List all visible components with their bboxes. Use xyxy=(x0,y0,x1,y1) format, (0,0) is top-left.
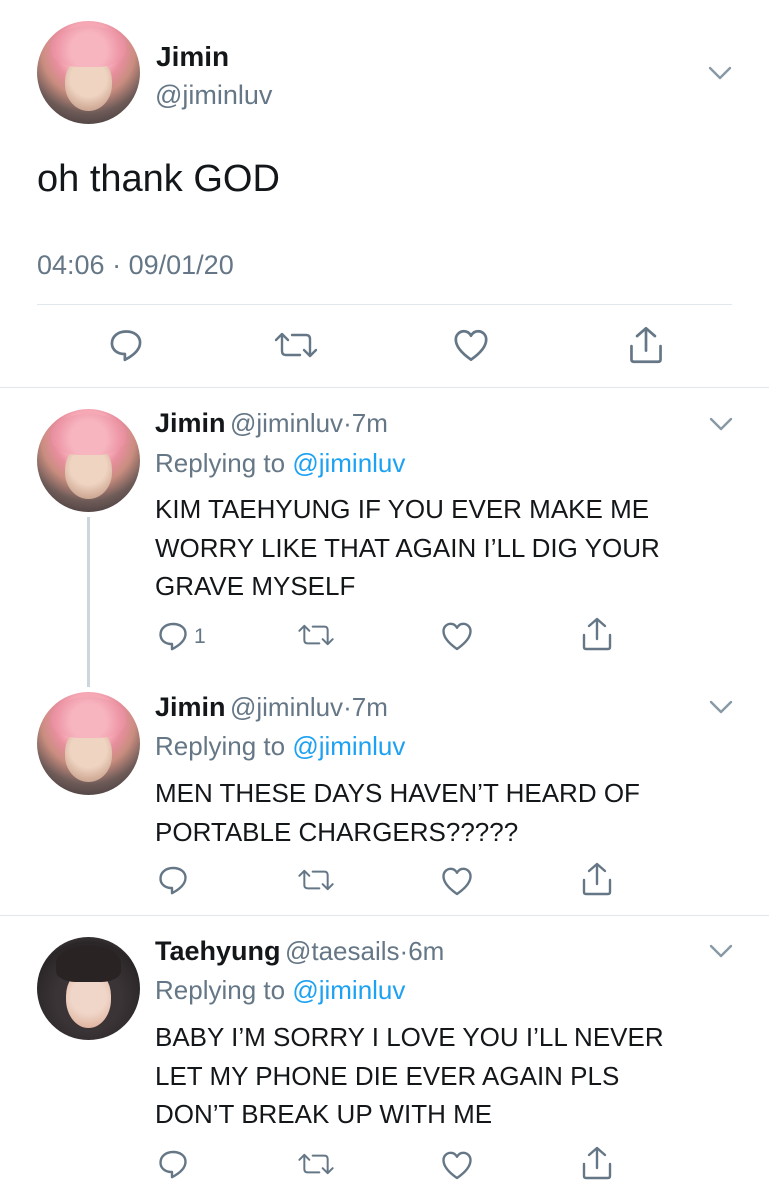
like-button[interactable] xyxy=(441,1150,473,1180)
like-button[interactable] xyxy=(441,866,473,896)
avatar[interactable] xyxy=(37,692,140,795)
tweet-text-line: KIM TAEHYUNG IF YOU EVER MAKE ME xyxy=(155,494,650,524)
tweet-age[interactable]: 7m xyxy=(352,408,388,438)
tweet-text: KIM TAEHYUNG IF YOU EVER MAKE ME WORRY L… xyxy=(155,490,660,606)
share-button[interactable] xyxy=(581,1146,613,1180)
reply-button[interactable] xyxy=(157,864,189,896)
user-handle[interactable]: @jiminluv xyxy=(230,692,343,722)
tweet-header: Taehyung @taesails·6m xyxy=(155,936,444,967)
heart-icon xyxy=(442,867,472,896)
mention-link[interactable]: @jiminluv xyxy=(292,731,405,761)
share-icon xyxy=(582,862,612,896)
tweet-text: BABY I’M SORRY I LOVE YOU I’LL NEVER LET… xyxy=(155,1018,664,1134)
heart-icon xyxy=(442,1151,472,1180)
tweet-date: 09/01/20 xyxy=(128,250,234,280)
retweet-icon xyxy=(274,332,318,358)
replying-label: Replying to xyxy=(155,448,286,478)
tweet-header: Jimin @jiminluv·7m xyxy=(155,408,388,439)
tweet-time: 04:06 xyxy=(37,250,105,280)
user-handle[interactable]: @jiminluv xyxy=(230,408,343,438)
share-button[interactable] xyxy=(581,617,613,651)
like-button[interactable] xyxy=(453,328,489,362)
reply-icon xyxy=(110,330,142,362)
mention-link[interactable]: @jiminluv xyxy=(292,448,405,478)
tweet-text: MEN THESE DAYS HAVEN’T HEARD OF PORTABLE… xyxy=(155,774,640,851)
replying-to: Replying to @jiminluv xyxy=(155,731,405,762)
chevron-down-icon[interactable] xyxy=(709,944,733,958)
reply-icon xyxy=(159,866,187,895)
tweet-text-line: MEN THESE DAYS HAVEN’T HEARD OF xyxy=(155,778,640,808)
tweet-text-line: BABY I’M SORRY I LOVE YOU I’LL NEVER xyxy=(155,1022,664,1052)
chevron-down-icon[interactable] xyxy=(709,700,733,714)
divider xyxy=(0,387,769,388)
tweet-timestamp[interactable]: 04:06 · 09/01/20 xyxy=(37,250,234,281)
share-button[interactable] xyxy=(581,862,613,896)
avatar[interactable] xyxy=(37,409,140,512)
replying-label: Replying to xyxy=(155,975,286,1005)
reply-count: 1 xyxy=(194,625,206,648)
retweet-button[interactable] xyxy=(296,1150,336,1178)
tweet-text-line: LET MY PHONE DIE EVER AGAIN PLS xyxy=(155,1060,620,1091)
divider xyxy=(37,304,732,305)
reply-icon xyxy=(159,1150,187,1179)
divider xyxy=(0,915,769,916)
tweet-text-line: DON’T BREAK UP WITH ME xyxy=(155,1099,493,1129)
like-button[interactable] xyxy=(441,621,473,651)
mention-link[interactable]: @jiminluv xyxy=(292,975,405,1005)
timestamp-separator: · xyxy=(112,250,122,280)
chevron-down-icon[interactable] xyxy=(708,66,732,80)
avatar[interactable] xyxy=(37,937,140,1040)
retweet-icon xyxy=(298,624,334,646)
meta-separator: · xyxy=(343,408,352,438)
share-icon xyxy=(582,1146,612,1180)
reply-button[interactable] xyxy=(157,1148,189,1180)
replying-label: Replying to xyxy=(155,731,286,761)
tweet-text-line: PORTABLE CHARGERS????? xyxy=(155,816,519,847)
reply-button[interactable] xyxy=(157,620,189,652)
reply-icon xyxy=(159,622,187,651)
heart-icon xyxy=(442,622,472,651)
retweet-button[interactable] xyxy=(296,621,336,649)
retweet-icon xyxy=(298,869,334,891)
display-name[interactable]: Taehyung xyxy=(155,936,281,966)
share-button[interactable] xyxy=(628,326,664,364)
tweet-text-line: GRAVE MYSELF xyxy=(155,571,356,601)
avatar[interactable] xyxy=(37,21,140,124)
replying-to: Replying to @jiminluv xyxy=(155,448,405,479)
display-name[interactable]: Jimin xyxy=(155,692,226,722)
reply-button[interactable] xyxy=(108,327,144,363)
tweet-text: oh thank GOD xyxy=(37,158,280,200)
chevron-down-icon[interactable] xyxy=(709,417,733,431)
meta-separator: · xyxy=(343,692,352,722)
tweet-age[interactable]: 6m xyxy=(408,936,444,966)
user-handle[interactable]: @taesails xyxy=(285,936,400,966)
heart-icon xyxy=(454,329,488,361)
thread-line xyxy=(87,517,90,687)
share-icon xyxy=(582,617,612,651)
display-name[interactable]: Jimin xyxy=(155,408,226,438)
retweet-button[interactable] xyxy=(296,866,336,894)
tweet-text-line: WORRY LIKE THAT AGAIN I’LL DIG YOUR xyxy=(155,532,660,563)
share-icon xyxy=(630,326,662,364)
user-handle[interactable]: @jiminluv xyxy=(155,80,272,111)
retweet-button[interactable] xyxy=(272,329,320,361)
replying-to: Replying to @jiminluv xyxy=(155,975,405,1006)
meta-separator: · xyxy=(399,936,409,966)
tweet-age[interactable]: 7m xyxy=(352,692,388,722)
tweet-header: Jimin @jiminluv·7m xyxy=(155,692,388,723)
retweet-icon xyxy=(298,1153,334,1175)
display-name[interactable]: Jimin xyxy=(156,41,229,73)
